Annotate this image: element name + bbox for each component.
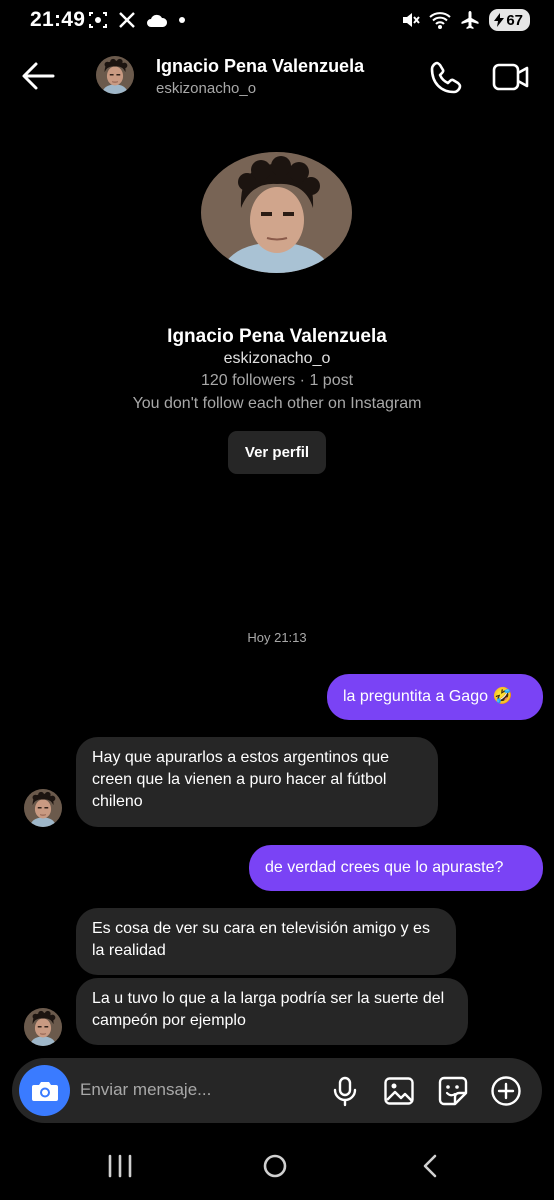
charging-bolt-icon [494, 13, 505, 27]
message-bubble-outgoing[interactable]: de verdad crees que lo apuraste? [249, 845, 543, 891]
message-sender-avatar[interactable] [24, 1008, 62, 1046]
profile-name: Ignacio Pena Valenzuela [167, 326, 387, 347]
header-contact-name[interactable]: Ignacio Pena Valenzuela [156, 56, 364, 77]
recent-apps-icon[interactable] [100, 1152, 140, 1180]
profile-follow-status: You don't follow each other on Instagram [132, 395, 422, 412]
cloud-icon [147, 14, 168, 27]
wifi-icon [429, 12, 451, 29]
back-icon[interactable] [411, 1152, 451, 1180]
message-input[interactable] [80, 1076, 320, 1104]
message-bubble-incoming[interactable]: Hay que apurarlos a estos argentinos que… [76, 737, 438, 827]
status-left-icons [88, 10, 186, 30]
gallery-icon[interactable] [383, 1075, 415, 1107]
message-composer [12, 1058, 542, 1123]
view-profile-button[interactable]: Ver perfil [228, 431, 326, 474]
notification-dot-icon [179, 17, 185, 23]
message-bubble-incoming[interactable]: La u tuvo lo que a la larga podría ser l… [76, 978, 468, 1045]
phone-icon[interactable] [428, 60, 464, 96]
profile-stats: 120 followers · 1 post [200, 372, 354, 389]
microphone-icon[interactable] [329, 1075, 361, 1107]
message-bubble-incoming[interactable]: Es cosa de ver su cara en televisión ami… [76, 908, 456, 975]
airplane-mode-icon [461, 11, 479, 29]
back-arrow-icon[interactable] [20, 60, 56, 92]
status-time: 21:49 [30, 8, 86, 31]
battery-indicator: 67 [489, 9, 530, 31]
chat-header: Ignacio Pena Valenzuela eskizonacho_o [0, 50, 554, 106]
screenshot-icon [89, 12, 107, 28]
system-navigation-bar [0, 1138, 554, 1200]
message-bubble-outgoing[interactable]: la preguntita a Gago 🤣 [327, 674, 543, 720]
profile-username: eskizonacho_o [223, 350, 331, 367]
camera-icon [31, 1081, 58, 1101]
battery-level: 67 [506, 11, 523, 29]
x-app-icon [119, 12, 135, 28]
header-username[interactable]: eskizonacho_o [156, 80, 256, 97]
thread-timestamp: Hoy 21:13 [247, 630, 307, 645]
mute-icon [403, 13, 421, 27]
message-sender-avatar[interactable] [24, 789, 62, 827]
header-avatar[interactable] [96, 56, 134, 94]
camera-button[interactable] [19, 1065, 70, 1116]
video-camera-icon[interactable] [492, 60, 530, 94]
status-bar: 21:49 67 [0, 0, 554, 42]
profile-avatar[interactable] [201, 152, 352, 273]
status-right-icons: 67 [400, 9, 530, 31]
sticker-icon[interactable] [437, 1075, 469, 1107]
home-icon[interactable] [255, 1152, 295, 1180]
plus-circle-icon[interactable] [490, 1075, 522, 1107]
